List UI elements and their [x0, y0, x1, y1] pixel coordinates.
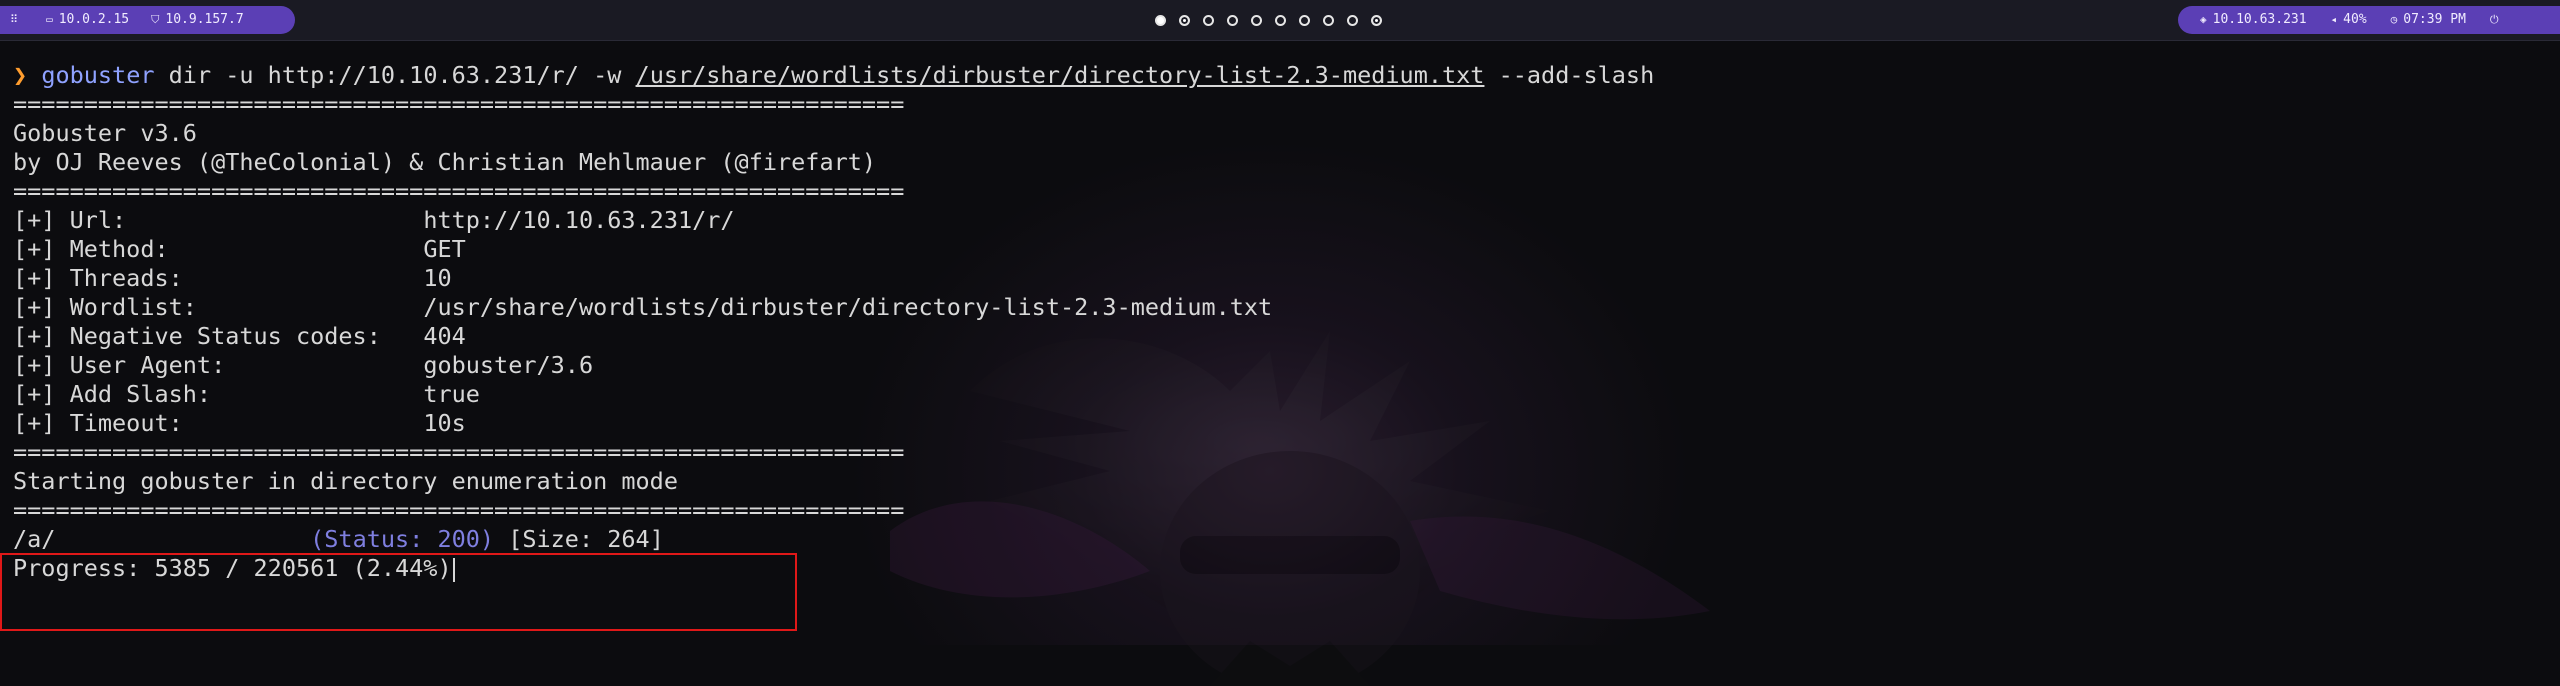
workspace-dot-8[interactable] [1323, 14, 1334, 26]
config-key: [+] Wordlist: [13, 293, 424, 321]
power-icon: ⏻ [2489, 13, 2499, 26]
workspace-dot-10[interactable] [1371, 14, 1382, 26]
config-key: [+] Threads: [13, 264, 424, 292]
vpn-ip-text: 10.9.157.7 [165, 12, 244, 27]
workspace-dot-6[interactable] [1275, 14, 1286, 26]
config-line: [+] Url: http://10.10.63.231/r/ [13, 206, 735, 235]
config-line: [+] Method: GET [13, 235, 466, 264]
power-button[interactable]: ⏻ [2490, 6, 2505, 34]
target-ip-text: 10.10.63.231 [2212, 12, 2307, 27]
target-ip-indicator: ◈ 10.10.63.231 [2200, 6, 2307, 34]
config-value: true [423, 380, 480, 408]
config-value: GET [423, 235, 466, 263]
grid-icon: ⠿ [10, 13, 19, 26]
speaker-icon: ◂ [2330, 13, 2338, 26]
config-line: [+] Wordlist: /usr/share/wordlists/dirbu… [13, 293, 1272, 322]
config-line: [+] Threads: 10 [13, 264, 452, 293]
clock-text: 07:39 PM [2403, 12, 2466, 27]
command-line[interactable]: ❯ gobuster dir -u http://10.10.63.231/r/… [13, 61, 1654, 90]
config-value: 10s [423, 409, 466, 437]
separator-line: ========================================… [13, 177, 905, 205]
local-ip-text: 10.0.2.15 [58, 12, 130, 27]
wallpaper-character-art [890, 331, 1710, 686]
config-key: [+] Timeout: [13, 409, 424, 437]
workspace-dot-7[interactable] [1299, 14, 1310, 26]
config-value: 404 [423, 322, 466, 350]
result-status: (Status: 200) [310, 525, 495, 553]
command-name: gobuster [41, 61, 155, 89]
result-line: /a/ (Status: 200) [Size: 264] [13, 525, 664, 554]
network-info-pill: ⠿ ▭ 10.0.2.15 ⛉ 10.9.157.7 [0, 6, 295, 34]
workspace-dot-2[interactable] [1179, 14, 1190, 26]
vpn-ip-indicator: ⛉ 10.9.157.7 [151, 6, 244, 34]
highlight-annotation-box [0, 553, 797, 631]
command-args: dir -u http://10.10.63.231/r/ -w [154, 61, 636, 89]
config-value: /usr/share/wordlists/dirbuster/directory… [423, 293, 1273, 321]
separator-line: ========================================… [13, 438, 905, 466]
workspace-dot-3[interactable] [1203, 14, 1214, 26]
config-line: [+] User Agent: gobuster/3.6 [13, 351, 593, 380]
config-value: 10 [423, 264, 452, 292]
workspace-dot-5[interactable] [1251, 14, 1262, 26]
result-size: [Size: 264] [494, 525, 664, 553]
config-key: [+] User Agent: [13, 351, 424, 379]
clock-icon: ◷ [2390, 13, 2398, 26]
result-path: /a/ [13, 525, 311, 553]
config-key: [+] Add Slash: [13, 380, 424, 408]
workspace-dot-1[interactable] [1155, 14, 1166, 26]
workspace-dot-9[interactable] [1347, 14, 1358, 26]
wordlist-path: /usr/share/wordlists/dirbuster/directory… [635, 61, 1485, 89]
config-value: http://10.10.63.231/r/ [423, 206, 735, 234]
shield-icon: ⛉ [151, 13, 160, 26]
terminal-window[interactable]: ❯ gobuster dir -u http://10.10.63.231/r/… [0, 41, 2560, 686]
command-flag: --add-slash [1484, 61, 1655, 89]
menu-button[interactable]: ⠿ [10, 6, 24, 34]
banner-version: Gobuster v3.6 [13, 119, 197, 147]
system-info-pill: ◈ 10.10.63.231 ◂ 40% ◷ 07:39 PM ⏻ [2178, 6, 2560, 34]
separator-line: ========================================… [13, 496, 905, 524]
volume-indicator[interactable]: ◂ 40% [2331, 6, 2367, 34]
config-value: gobuster/3.6 [423, 351, 594, 379]
top-status-bar: ⠿ ▭ 10.0.2.15 ⛉ 10.9.157.7 ◈ 10.10.63.23… [0, 0, 2560, 41]
workspace-dot-4[interactable] [1227, 14, 1238, 26]
config-key: [+] Url: [13, 206, 424, 234]
volume-text: 40% [2343, 12, 2367, 27]
config-line: [+] Timeout: 10s [13, 409, 466, 438]
config-key: [+] Method: [13, 235, 424, 263]
config-line: [+] Add Slash: true [13, 380, 480, 409]
starting-message: Starting gobuster in directory enumerati… [13, 467, 678, 495]
separator-line: ========================================… [13, 90, 905, 118]
clock-indicator: ◷ 07:39 PM [2391, 6, 2466, 34]
target-icon: ◈ [2200, 13, 2207, 26]
workspace-switcher [1155, 12, 1395, 28]
monitor-icon: ▭ [46, 13, 53, 26]
config-line: [+] Negative Status codes: 404 [13, 322, 466, 351]
local-ip-indicator: ▭ 10.0.2.15 [46, 6, 129, 34]
banner-authors: by OJ Reeves (@TheColonial) & Christian … [13, 148, 877, 176]
prompt-arrow: ❯ [13, 61, 28, 89]
config-key: [+] Negative Status codes: [13, 322, 424, 350]
